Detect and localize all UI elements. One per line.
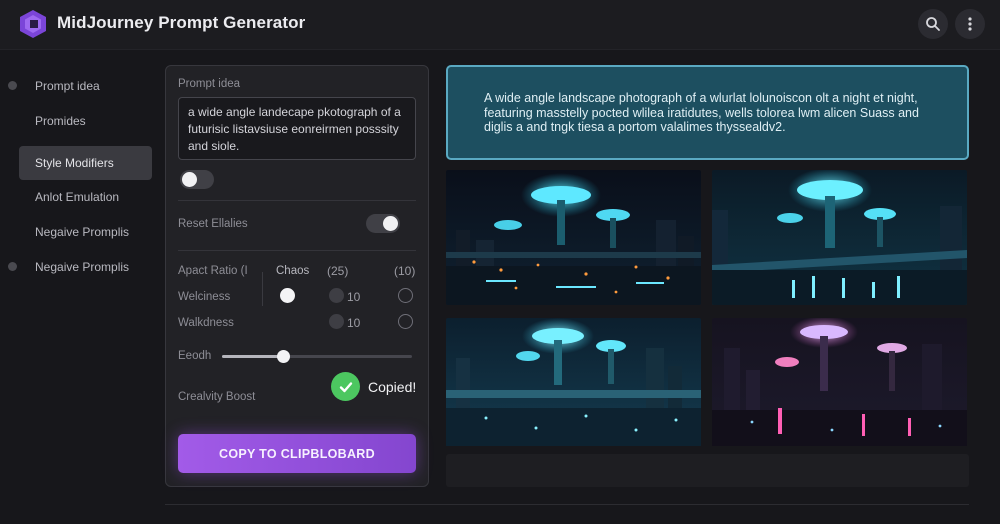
weirdness-label-2: Walkdness [178,317,234,329]
divider [178,200,416,201]
sidebar: Prompt idea Promides Style Modifiers Anl… [0,51,160,524]
radio-option[interactable] [329,314,344,329]
sidebar-dot-icon [8,81,17,90]
app-header: MidJourney Prompt Generator [0,0,1000,50]
cyber-city-image-4[interactable] [712,318,967,453]
sidebar-item-artist-emulation[interactable]: Anlot Emulation [19,180,152,214]
sidebar-item-negative-prompts-2[interactable]: Negaive Promplis [19,250,152,284]
prompt-idea-input[interactable]: a wide angle landecape pkotograph of a f… [178,97,416,160]
extra-value: (10) [394,264,416,278]
copied-notification: Copied! [331,372,416,401]
slider-thumb[interactable] [276,350,290,363]
seed-slider[interactable] [222,350,412,363]
cyber-city-image-3[interactable] [446,318,701,453]
prompt-idea-label: Prompt idea [178,78,241,90]
creativity-boost-label: Crealvity Boost [178,391,256,403]
sidebar-item-promides[interactable]: Promides [19,104,152,138]
cyber-city-image-2[interactable] [712,170,967,305]
sidebar-item-label: Negaive Promplis [35,260,130,274]
more-options-button[interactable] [955,9,985,39]
copy-to-clipboard-button[interactable]: COPY TO CLIPBLOBARD [178,434,416,473]
divider [165,504,969,505]
sidebar-item-label: Negaive Promplis [35,225,130,239]
controls-panel: Prompt idea a wide angle landecape pkoto… [165,65,429,487]
sidebar-item-prompt-idea[interactable]: Prompt idea [19,69,152,103]
search-button[interactable] [918,9,948,39]
check-circle-icon [331,372,360,401]
gallery-footer [446,454,969,487]
option-value: 10 [347,290,361,304]
option-value: 10 [347,316,361,330]
radio-option[interactable] [398,314,413,329]
cyber-city-image-1[interactable] [446,170,701,305]
sidebar-item-label: Style Modifiers [35,156,114,170]
toggle-knob [383,216,398,231]
app-title: MidJourney Prompt Generator [57,13,306,32]
divider [178,250,416,251]
reset-toggle[interactable] [366,214,400,233]
radio-option[interactable] [398,288,413,303]
sidebar-item-style-modifiers[interactable]: Style Modifiers [19,146,152,180]
aspect-ratio-label: Apact Ratio (I [178,265,248,277]
sidebar-item-label: Anlot Emulation [35,190,120,204]
sidebar-item-negative-prompts[interactable]: Negaive Promplis [19,215,152,249]
sidebar-dot-icon [8,262,17,271]
prompt-toggle[interactable] [180,170,214,189]
copied-label: Copied! [368,378,417,395]
chaos-value: (25) [327,264,349,278]
slider-fill [222,355,283,358]
radio-option-selected[interactable] [280,288,295,303]
sidebar-item-label: Prompt idea [35,79,100,93]
weirdness-label: Welciness [178,291,231,303]
sidebar-item-label: Promides [35,114,86,128]
reset-label: Reset Ellalies [178,218,248,230]
column-divider [262,272,263,306]
more-vertical-icon [968,17,972,31]
search-icon [926,17,940,31]
hexagon-logo-icon [20,10,46,38]
seed-label: Eeodh [178,350,212,362]
toggle-knob [182,172,197,187]
generated-prompt-output[interactable]: A wide angle landscape photograph of a w… [446,65,969,160]
chaos-label: Chaos [276,265,310,277]
radio-option[interactable] [329,288,344,303]
